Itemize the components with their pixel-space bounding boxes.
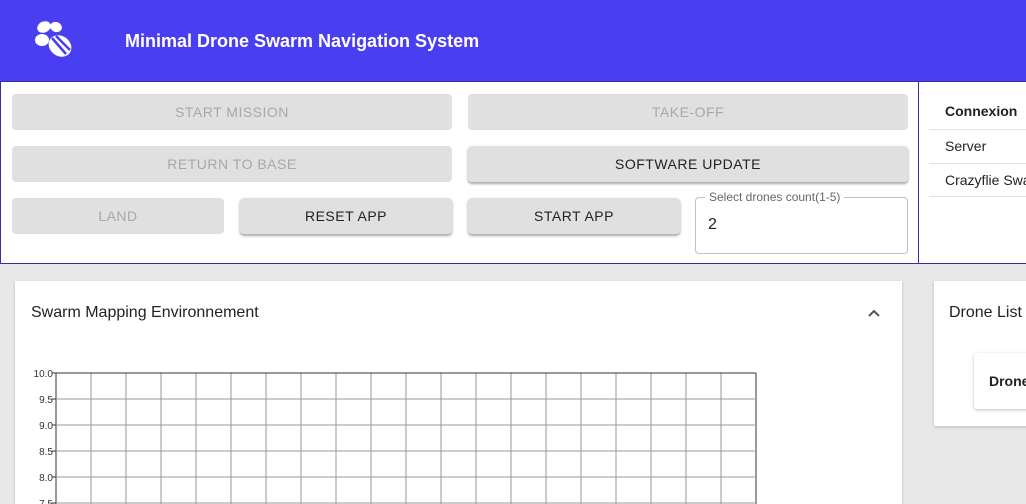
swarm-map-chart[interactable]: 10.0 9.5 9.0 8.5 8.0 7.5 xyxy=(15,361,902,504)
chevron-up-icon[interactable] xyxy=(865,304,883,322)
drone-list-item[interactable]: Drone xyxy=(974,353,1026,409)
y-tick-label: 7.5 xyxy=(39,499,53,504)
drone-item-label: Drone xyxy=(989,373,1026,389)
drone-count-label: Select drones count(1-5) xyxy=(705,190,845,204)
y-tick-label: 8.0 xyxy=(39,473,53,484)
app-title: Minimal Drone Swarm Navigation System xyxy=(125,31,480,51)
connexion-panel: Connexion Server Crazyflie Swa xyxy=(918,81,1026,264)
y-tick-label: 9.5 xyxy=(39,395,53,406)
map-title: Swarm Mapping Environnement xyxy=(31,304,259,321)
drone-count-field[interactable]: Select drones count(1-5) xyxy=(695,190,908,254)
drone-list-card: Drone List Drone xyxy=(934,281,1026,426)
take-off-button[interactable]: TAKE-OFF xyxy=(468,94,908,130)
y-tick-label: 9.0 xyxy=(39,421,53,432)
connexion-row-crazyflie: Crazyflie Swa xyxy=(929,164,1026,197)
y-tick-label: 10.0 xyxy=(34,369,54,380)
bee-icon xyxy=(35,21,72,57)
control-panel: START MISSION TAKE-OFF RETURN TO BASE SO… xyxy=(0,81,919,264)
return-to-base-button[interactable]: RETURN TO BASE xyxy=(12,146,452,182)
start-mission-button[interactable]: START MISSION xyxy=(12,94,452,130)
y-tick-label: 8.5 xyxy=(39,447,53,458)
land-button[interactable]: LAND xyxy=(12,198,224,234)
connexion-row-server: Server xyxy=(929,130,1026,164)
drone-count-input[interactable] xyxy=(708,216,888,234)
swarm-mapping-card: Swarm Mapping Environnement 10.0 9.5 9.0 8.… xyxy=(15,281,902,504)
app-bar: Minimal Drone Swarm Navigation System xyxy=(0,0,1026,81)
reset-app-button[interactable]: RESET APP xyxy=(240,198,452,234)
connexion-header: Connexion xyxy=(929,82,1026,130)
start-app-button[interactable]: START APP xyxy=(468,198,680,234)
software-update-button[interactable]: SOFTWARE UPDATE xyxy=(468,146,908,182)
drone-list-title: Drone List xyxy=(949,304,1022,321)
